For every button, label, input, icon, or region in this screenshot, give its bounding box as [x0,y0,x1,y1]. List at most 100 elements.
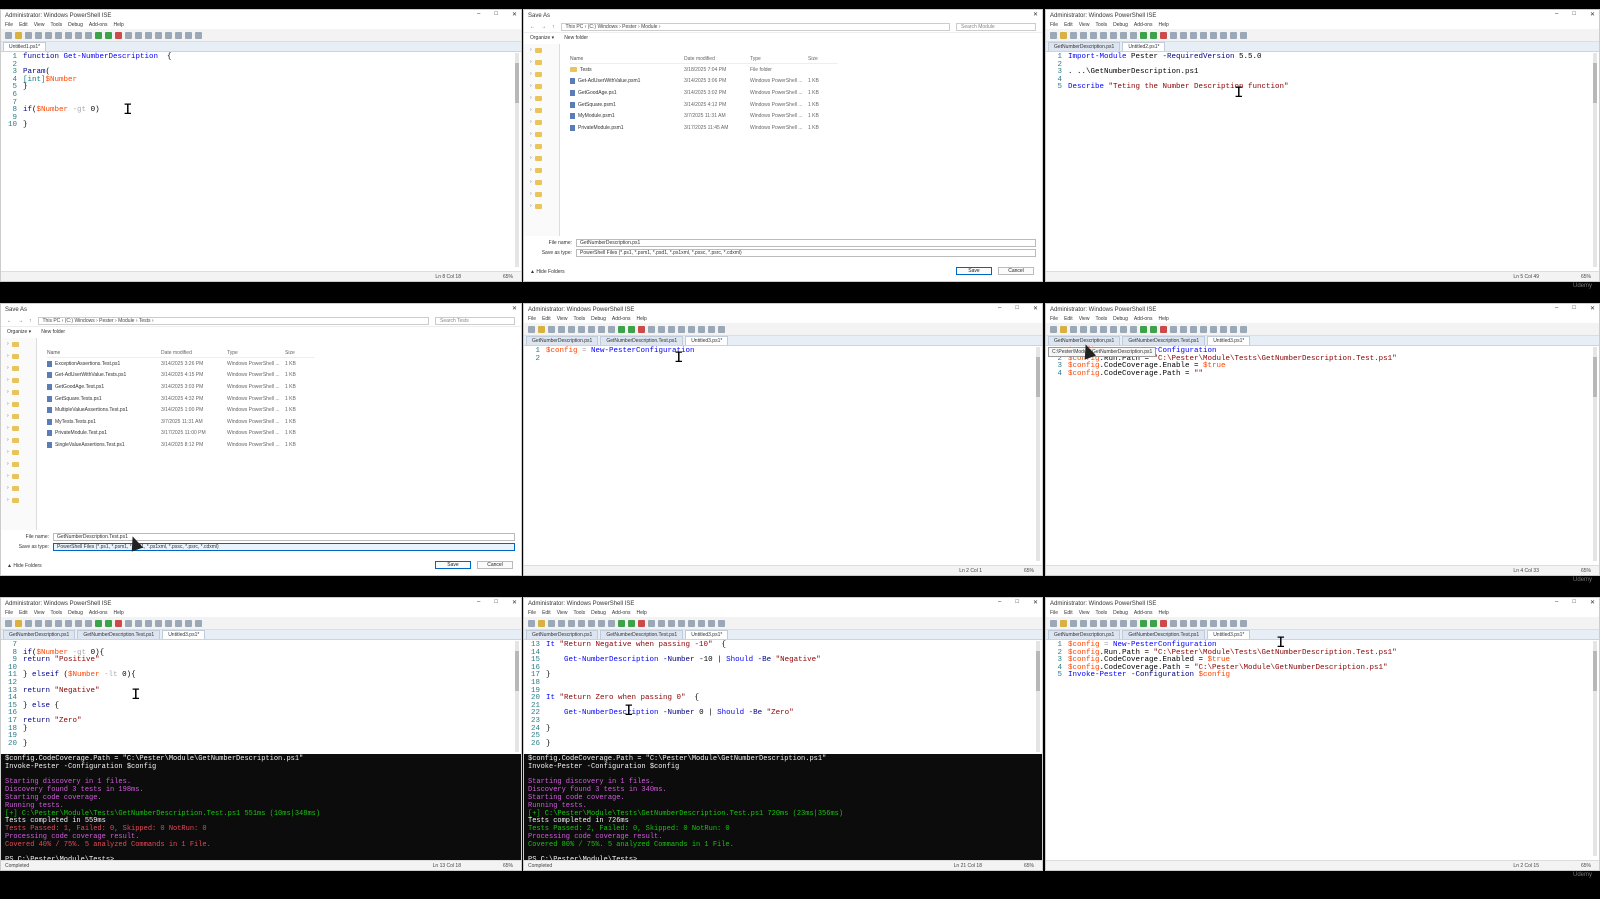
menu-item-edit[interactable]: Edit [1064,610,1073,616]
layout2-icon[interactable] [155,619,162,627]
column-header[interactable]: Name [47,350,161,356]
layout-icon[interactable] [668,325,675,333]
new-icon[interactable] [1050,31,1057,39]
layout2-icon[interactable] [678,325,685,333]
menu-item-add-ons[interactable]: Add-ons [612,316,631,322]
cmd-icon[interactable] [698,619,705,627]
file-row[interactable]: PrivateModule.Test.ps1 3/17/2025 11:00 PM… [47,428,315,440]
maximize-icon[interactable]: □ [1572,11,1576,18]
paste-icon[interactable] [1100,325,1107,333]
file-name-input[interactable]: GetNumberDescription.Test.ps1 [53,533,515,541]
file-row[interactable]: Get-AdUserWithValue.Tests.ps1 3/14/2025 4… [47,370,315,382]
save-icon[interactable] [25,31,32,39]
minimize-icon[interactable]: – [998,305,1001,312]
tree-item[interactable]: › [524,104,559,116]
clear-icon[interactable] [588,325,595,333]
menu-item-tools[interactable]: Tools [1095,316,1107,322]
zoom-level[interactable]: 65% [1581,568,1591,574]
tree-item[interactable]: › [1,386,36,398]
snippet-icon[interactable] [185,619,192,627]
snippet-icon[interactable] [1230,325,1237,333]
layout3-icon[interactable] [165,31,172,39]
tree-item[interactable]: › [1,398,36,410]
folder-tree[interactable]: › › › › › › › › › › › › › › [1,338,37,530]
snippet-icon[interactable] [185,31,192,39]
menu-item-file[interactable]: File [1050,610,1058,616]
stop-icon[interactable] [638,619,645,627]
scrollbar-thumb[interactable] [515,63,519,103]
opts-icon[interactable] [718,325,725,333]
layout2-icon[interactable] [1200,619,1207,627]
copy-icon[interactable] [568,325,575,333]
tree-item[interactable]: › [524,44,559,56]
menu-item-file[interactable]: File [5,610,13,616]
stop-icon[interactable] [638,325,645,333]
maximize-icon[interactable]: □ [494,11,498,18]
column-header[interactable]: Type [750,56,808,62]
run-icon[interactable] [95,619,102,627]
file-row[interactable]: GetSquare.psm1 3/14/2025 4:12 PM Windows P… [570,99,838,111]
zoom-level[interactable]: 65% [503,863,513,869]
debug-icon[interactable] [125,31,132,39]
zoom-level[interactable]: 65% [1581,274,1591,280]
run-selection-icon[interactable] [105,619,112,627]
maximize-icon[interactable]: □ [1015,599,1019,606]
scrollbar-thumb[interactable] [1593,357,1597,397]
save-icon[interactable] [1070,325,1077,333]
menu-item-debug[interactable]: Debug [68,610,83,616]
close-icon[interactable]: ✕ [1590,11,1595,18]
file-row[interactable]: GetSquare.Tests.ps1 3/14/2025 4:32 PM Wind… [47,393,315,405]
minimize-icon[interactable]: – [477,11,480,18]
menu-item-tools[interactable]: Tools [573,316,585,322]
menu-item-view[interactable]: View [557,316,568,322]
menu-item-debug[interactable]: Debug [1113,22,1128,28]
debug-icon[interactable] [1170,325,1177,333]
script-editor[interactable]: 7 8 if($Number -gt 0){9 return "Positive" 10… [1,640,521,748]
tree-item[interactable]: › [1,446,36,458]
cut-icon[interactable] [558,325,565,333]
vertical-scrollbar[interactable] [515,53,519,267]
cmd-icon[interactable] [1220,325,1227,333]
menu-item-add-ons[interactable]: Add-ons [89,22,108,28]
menu-item-edit[interactable]: Edit [19,22,28,28]
tree-item[interactable]: › [1,350,36,362]
file-list[interactable]: Name Date modified Type Size Tests 3/18/2025 … [570,54,838,134]
tree-item[interactable]: › [524,68,559,80]
new-tab-icon[interactable] [658,619,665,627]
search-input[interactable]: Search Tests [435,316,515,325]
layout3-icon[interactable] [688,325,695,333]
script-editor[interactable]: 13 It "Return Negative when passing -10" … [524,640,1042,748]
stop-icon[interactable] [1160,325,1167,333]
back-icon[interactable]: ← [7,318,12,324]
script-editor[interactable]: 1 function Get-NumberDescription {2 3 Param… [1,52,521,130]
maximize-icon[interactable]: □ [1572,305,1576,312]
clear-icon[interactable] [1110,31,1117,39]
tab-script[interactable]: Untitled2.ps1* [1122,42,1166,51]
run-icon[interactable] [95,31,102,39]
file-row[interactable]: SingleValueAssertions.Test.ps1 3/14/2025 … [47,439,315,451]
stop-icon[interactable] [115,31,122,39]
copy-icon[interactable] [1090,619,1097,627]
run-icon[interactable] [618,325,625,333]
menu-item-debug[interactable]: Debug [1113,610,1128,616]
paste-icon[interactable] [578,619,585,627]
zoom-level[interactable]: 65% [1024,568,1034,574]
menu-item-tools[interactable]: Tools [1095,22,1107,28]
menu-item-debug[interactable]: Debug [591,316,606,322]
maximize-icon[interactable]: □ [1015,305,1019,312]
search-input[interactable]: Search Module [956,22,1036,31]
undo-icon[interactable] [1120,619,1127,627]
file-row[interactable]: GetGoodAge.ps1 3/14/2025 3:02 PM Windows P… [570,87,838,99]
opts-icon[interactable] [718,619,725,627]
opts-icon[interactable] [1240,619,1247,627]
vertical-scrollbar[interactable] [1593,347,1597,561]
copy-icon[interactable] [1090,325,1097,333]
new-folder-button[interactable]: New folder [41,329,65,335]
close-icon[interactable]: ✕ [512,305,517,312]
scrollbar-thumb[interactable] [515,651,519,691]
paste-icon[interactable] [55,619,62,627]
menu-item-tools[interactable]: Tools [1095,610,1107,616]
forward-icon[interactable]: → [18,318,23,324]
minimize-icon[interactable]: – [477,599,480,606]
close-icon[interactable]: ✕ [1590,599,1595,606]
